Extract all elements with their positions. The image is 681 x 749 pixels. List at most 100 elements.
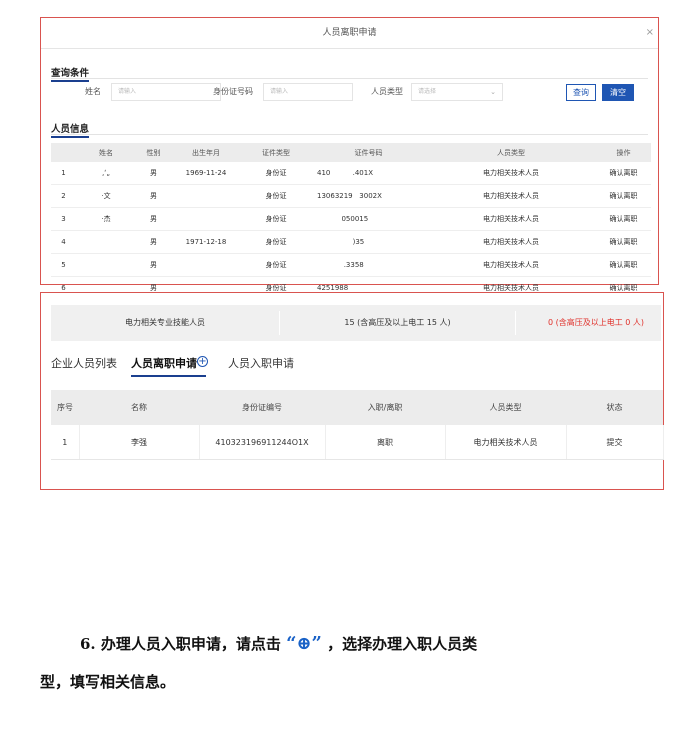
confirm-leave-link[interactable]: 确认离职 <box>596 162 651 185</box>
add-circle-icon[interactable]: + <box>197 356 208 367</box>
cell-staff-type: 电力相关技术人员 <box>426 162 596 185</box>
cell-entry-leave: 离职 <box>325 425 446 460</box>
table-row: 2 ·文 男 身份证 13063219 3002X 电力相关技术人员 确认离职 <box>51 184 651 208</box>
stats-zero: 0 (含高压及以上电工 0 人) <box>547 318 645 327</box>
cell-name: ·杰 <box>76 207 136 231</box>
col-staff-type: 人员类型 <box>445 390 566 425</box>
confirm-leave-link[interactable]: 确认离职 <box>596 184 651 208</box>
col-status: 状态 <box>566 390 663 425</box>
col-name: 姓名 <box>76 143 136 162</box>
cell-id-type: 身份证 <box>241 230 311 254</box>
tab-staff-list[interactable]: 企业人员列表 <box>51 355 117 371</box>
table-row: 3 ·杰 男 身份证 050015 电力相关技术人员 确认离职 <box>51 207 651 231</box>
cell-id-type: 身份证 <box>241 162 311 185</box>
active-tab-underline <box>131 375 206 377</box>
table-row: 1 李强 410323196911244O1X 离职 电力相关技术人员 提交 <box>51 425 664 460</box>
stats-count: 15 (含高压及以上电工 15 人) <box>344 318 451 327</box>
tab-entry-application[interactable]: 人员入职申请 <box>228 355 294 371</box>
cell-staff-type: 电力相关技术人员 <box>426 230 596 254</box>
plus-symbol-quote: “⊕” <box>286 633 322 654</box>
instruction-text-a: 6. 办理人员入职申请，请点击 <box>80 635 281 653</box>
cell-id-number: 13063219 3002X <box>311 184 426 208</box>
cell-id-type: 身份证 <box>241 253 311 277</box>
stats-label: 电力相关专业技能人员 <box>125 318 205 327</box>
col-id-number: 身份证编号 <box>199 390 325 425</box>
instruction-text-b: ，选择办理入职人员类 <box>327 635 478 653</box>
col-staff-type: 人员类型 <box>426 143 596 162</box>
cell-index: 1 <box>51 162 76 185</box>
confirm-leave-link[interactable]: 确认离职 <box>596 207 651 231</box>
type-label: 人员类型 <box>371 87 403 96</box>
cell-id-number: )35 <box>311 230 426 254</box>
tab-leave-application[interactable]: 人员离职申请 <box>131 355 197 371</box>
cell-birth <box>171 184 241 208</box>
divider <box>51 134 648 135</box>
cell-name <box>76 253 136 277</box>
cell-staff-type: 电力相关技术人员 <box>426 184 596 208</box>
cell-gender: 男 <box>136 230 171 254</box>
col-birth: 出生年月 <box>171 143 241 162</box>
col-entry-leave: 入职/离职 <box>325 390 445 425</box>
close-icon[interactable]: × <box>646 18 654 48</box>
cell-id-number: 410323196911244O1X <box>199 425 326 460</box>
chevron-down-icon: ⌄ <box>490 88 496 96</box>
cell-gender: 男 <box>136 184 171 208</box>
cell-name: 李强 <box>79 425 200 460</box>
cell-birth <box>171 253 241 277</box>
cell-gender: 男 <box>136 162 171 185</box>
cell-id-type: 身份证 <box>241 184 311 208</box>
cell-name: ‚ʻ„ <box>76 162 136 185</box>
col-gender: 性别 <box>136 143 171 162</box>
application-table-header: 序号 名称 身份证编号 入职/离职 人员类型 状态 <box>51 390 663 425</box>
col-id-type: 证件类型 <box>241 143 311 162</box>
stats-bar: 电力相关专业技能人员 15 (含高压及以上电工 15 人) 0 (含高压及以上电… <box>51 305 661 341</box>
query-button[interactable]: 查询 <box>566 84 596 101</box>
query-section-title: 查询条件 <box>51 65 90 82</box>
staff-tabs-screenshot: 电力相关专业技能人员 15 (含高压及以上电工 15 人) 0 (含高压及以上电… <box>40 292 664 490</box>
cell-name: ·文 <box>76 184 136 208</box>
dialog-title-bar: 人员离职申请 × <box>41 18 658 49</box>
staff-table-header: 姓名 性别 出生年月 证件类型 证件号码 人员类型 操作 <box>51 143 651 162</box>
leave-dialog-screenshot: 人员离职申请 × 查询条件 姓名 请输入 身份证号码 请输入 人员类型 请选择 … <box>40 17 659 300</box>
col-id-number: 证件号码 <box>311 143 426 162</box>
clear-button[interactable]: 清空 <box>602 84 634 101</box>
name-input[interactable]: 请输入 <box>111 83 221 101</box>
confirm-leave-link[interactable]: 确认离职 <box>596 230 651 254</box>
cell-name <box>76 230 136 254</box>
cell-index: 2 <box>51 184 76 208</box>
cell-index: 3 <box>51 207 76 231</box>
confirm-leave-link[interactable]: 确认离职 <box>596 253 651 277</box>
cell-id-number: .3358 <box>311 253 426 277</box>
cell-index: 4 <box>51 230 76 254</box>
cell-id-number: 050015 <box>311 207 426 231</box>
divider <box>51 78 648 79</box>
cell-id-number: 410 .401X <box>311 162 426 185</box>
instruction-line-1: 6. 办理人员入职申请，请点击 “⊕” ，选择办理入职人员类 <box>80 633 477 654</box>
id-label: 身份证号码 <box>213 87 253 96</box>
col-index <box>51 143 76 162</box>
cell-birth: 1971-12-18 <box>171 230 241 254</box>
cell-gender: 男 <box>136 253 171 277</box>
table-row: 5 男 身份证 .3358 电力相关技术人员 确认离职 <box>51 253 651 277</box>
col-seq: 序号 <box>51 390 79 425</box>
table-row: 1 ‚ʻ„ 男 1969-11-24 身份证 410 .401X 电力相关技术人… <box>51 162 651 185</box>
cell-staff-type: 电力相关技术人员 <box>426 253 596 277</box>
id-input[interactable]: 请输入 <box>263 83 353 101</box>
cell-index: 5 <box>51 253 76 277</box>
application-table: 序号 名称 身份证编号 入职/离职 人员类型 状态 1 李强 410323196… <box>51 390 664 460</box>
col-action: 操作 <box>596 143 651 162</box>
cell-status: 提交 <box>566 425 664 460</box>
table-row: 4 男 1971-12-18 身份证 )35 电力相关技术人员 确认离职 <box>51 230 651 254</box>
type-select[interactable]: 请选择 ⌄ <box>411 83 503 101</box>
col-name: 名称 <box>79 390 199 425</box>
type-placeholder: 请选择 <box>418 88 437 95</box>
cell-birth <box>171 207 241 231</box>
name-label: 姓名 <box>85 87 101 96</box>
cell-staff-type: 电力相关技术人员 <box>426 207 596 231</box>
cell-id-type: 身份证 <box>241 207 311 231</box>
instruction-line-2: 型，填写相关信息。 <box>40 673 176 691</box>
cell-birth: 1969-11-24 <box>171 162 241 185</box>
staff-section-title: 人员信息 <box>51 121 90 138</box>
staff-table: 姓名 性别 出生年月 证件类型 证件号码 人员类型 操作 1 ‚ʻ„ 男 196… <box>51 143 651 300</box>
cell-seq: 1 <box>51 425 80 460</box>
